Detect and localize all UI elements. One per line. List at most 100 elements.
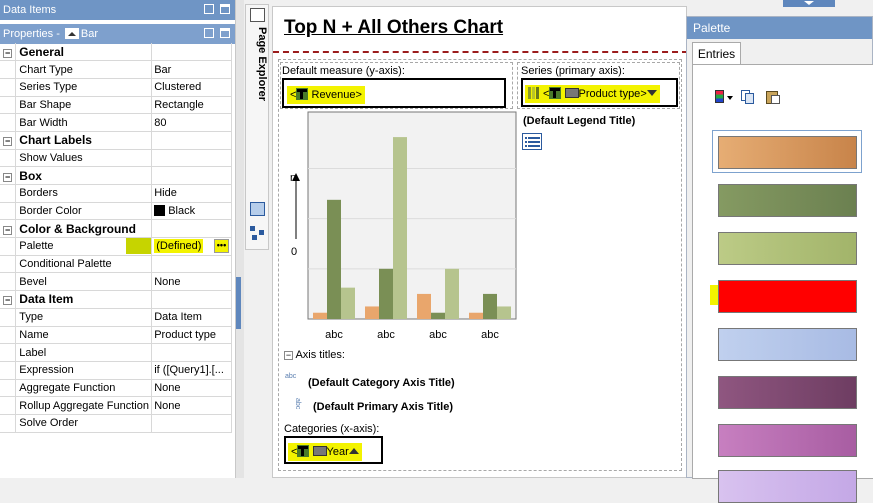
property-value-text: Black: [168, 205, 196, 218]
collapse-icon[interactable]: −: [0, 290, 17, 309]
categories-item[interactable]: < Year: [288, 443, 362, 461]
property-value[interactable]: Product type: [151, 326, 232, 345]
property-row[interactable]: Chart Type Bar: [0, 60, 232, 79]
property-name: Borders: [15, 184, 153, 203]
paste-icon[interactable]: [765, 89, 781, 105]
collapse-icon[interactable]: −: [0, 219, 17, 239]
bar: [393, 137, 407, 319]
property-value[interactable]: Rectangle: [151, 96, 232, 115]
new-palette-entry-icon[interactable]: [713, 89, 733, 105]
palette-entry[interactable]: [718, 232, 857, 265]
primary-axis-title[interactable]: (Default Primary Axis Title): [313, 401, 453, 413]
property-row[interactable]: Bevel None: [0, 272, 232, 292]
property-group-name: Data Item: [15, 290, 153, 309]
property-value[interactable]: Data Item: [151, 308, 232, 327]
property-row[interactable]: Border Color Black: [0, 202, 232, 221]
property-value[interactable]: (Defined) •••: [151, 237, 232, 256]
property-group[interactable]: − General: [0, 43, 232, 62]
restore-icon[interactable]: [204, 28, 214, 38]
property-group[interactable]: − Color & Background: [0, 219, 232, 239]
property-value[interactable]: None: [151, 272, 232, 292]
data-items-icon[interactable]: [250, 202, 265, 216]
axis-titles-toggle[interactable]: − Axis titles:: [284, 349, 345, 361]
property-row[interactable]: Series Type Clustered: [0, 78, 232, 97]
property-value[interactable]: [151, 149, 232, 168]
copy-icon[interactable]: [740, 89, 756, 105]
property-value[interactable]: None: [151, 396, 232, 415]
palette-entry[interactable]: [718, 184, 857, 217]
series-item[interactable]: < Product type>: [525, 85, 660, 103]
tab-entries[interactable]: Entries: [692, 42, 741, 65]
collapse-icon[interactable]: −: [284, 351, 293, 360]
bar: [417, 293, 431, 319]
property-value[interactable]: Bar: [151, 60, 232, 79]
property-value[interactable]: None: [151, 379, 232, 398]
property-row[interactable]: Type Data Item: [0, 308, 232, 327]
property-name: Bar Shape: [15, 96, 153, 115]
category-axis-title[interactable]: (Default Category Axis Title): [308, 377, 455, 389]
property-name: Bar Width: [15, 113, 153, 132]
restore-icon[interactable]: [204, 4, 214, 14]
collapse-icon[interactable]: −: [0, 166, 17, 185]
bar: [445, 268, 459, 319]
palette-entry[interactable]: [718, 376, 857, 409]
property-group[interactable]: − Box: [0, 166, 232, 185]
categories-drop-zone[interactable]: < Year: [284, 436, 383, 464]
property-value[interactable]: [151, 255, 232, 274]
property-row[interactable]: Aggregate Function None: [0, 379, 232, 398]
panel-scroll-button[interactable]: [783, 0, 835, 7]
property-row[interactable]: Solve Order: [0, 414, 232, 433]
maximize-icon[interactable]: [220, 4, 230, 14]
property-row[interactable]: Rollup Aggregate Function None: [0, 396, 232, 415]
palette-entry[interactable]: [718, 280, 857, 313]
select-ancestor-icon[interactable]: [64, 28, 79, 39]
property-group[interactable]: − Data Item: [0, 290, 232, 309]
page-explorer-tab[interactable]: Page Explorer: [246, 27, 268, 102]
category-axis-title-icon: abc: [285, 373, 301, 387]
property-value[interactable]: Black: [151, 202, 232, 221]
query-item-icon: [297, 445, 310, 457]
palette-entry[interactable]: [718, 424, 857, 457]
property-name: Solve Order: [15, 414, 153, 433]
maximize-icon[interactable]: [220, 28, 230, 38]
palette-entry[interactable]: [718, 136, 857, 169]
x-tick-label: abc: [377, 329, 395, 341]
property-row[interactable]: Label: [0, 343, 232, 362]
property-group-value: [151, 219, 232, 239]
categories-label: Categories (x-axis):: [284, 423, 380, 435]
property-row[interactable]: Expression if ([Query1].[...: [0, 361, 232, 380]
property-group[interactable]: − Chart Labels: [0, 131, 232, 150]
legend-title[interactable]: (Default Legend Title): [523, 115, 635, 127]
bar-chart[interactable]: abc abc abc abc n 0: [273, 7, 533, 357]
sort-asc-icon: [348, 448, 359, 454]
properties-header: Properties - Bar: [0, 24, 236, 44]
property-grid: − General Chart Type Bar Series Type Clustere…: [0, 43, 232, 433]
series-drop-zone[interactable]: < Product type>: [521, 78, 678, 107]
property-value[interactable]: Hide: [151, 184, 232, 203]
query-explorer-icon[interactable]: [250, 226, 265, 240]
property-value[interactable]: 80: [151, 113, 232, 132]
property-value[interactable]: [151, 343, 232, 362]
data-items-title: Data Items: [3, 4, 57, 16]
page-explorer-icon[interactable]: [250, 8, 265, 22]
property-row[interactable]: Bar Shape Rectangle: [0, 96, 232, 115]
property-value[interactable]: if ([Query1].[...: [151, 361, 232, 380]
property-value[interactable]: Clustered: [151, 78, 232, 97]
property-row[interactable]: Borders Hide: [0, 184, 232, 203]
palette-entry[interactable]: [718, 470, 857, 503]
property-row[interactable]: Bar Width 80: [0, 113, 232, 132]
collapse-handle[interactable]: [236, 277, 241, 329]
primary-axis-title-icon: abc: [285, 398, 301, 412]
property-name: Type: [15, 308, 153, 327]
collapse-icon[interactable]: −: [0, 131, 17, 150]
property-row[interactable]: Palette (Defined) •••: [0, 237, 232, 256]
property-value[interactable]: [151, 414, 232, 433]
property-row[interactable]: Show Values: [0, 149, 232, 168]
collapse-icon[interactable]: −: [0, 43, 17, 62]
property-row[interactable]: Conditional Palette: [0, 255, 232, 274]
pane-splitter[interactable]: [235, 0, 244, 478]
ellipsis-button[interactable]: •••: [214, 239, 229, 254]
palette-entry[interactable]: [718, 328, 857, 361]
property-row[interactable]: Name Product type: [0, 326, 232, 345]
bar: [469, 312, 483, 319]
